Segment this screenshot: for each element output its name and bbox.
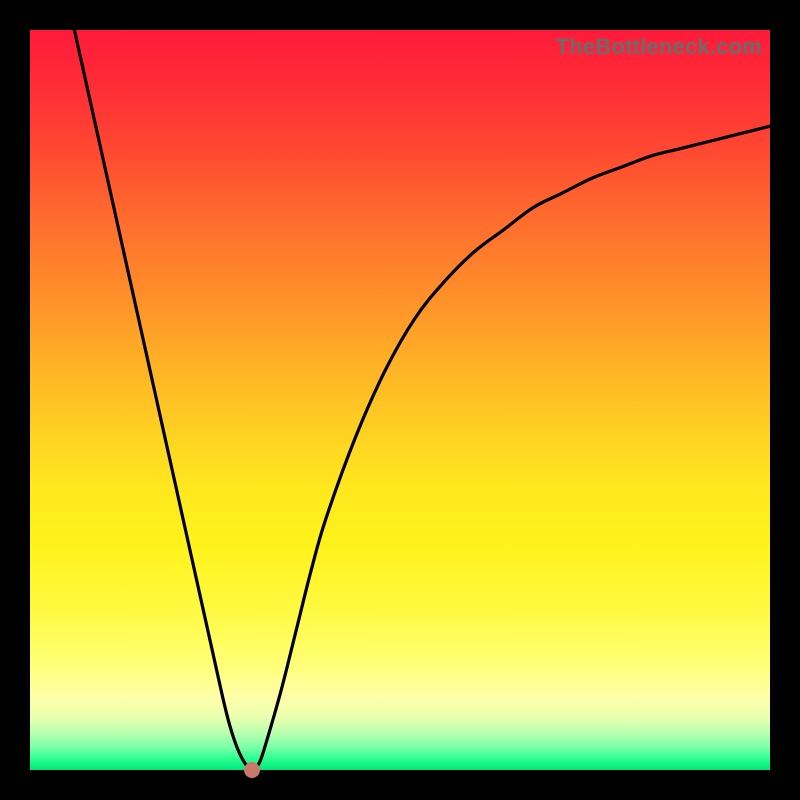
- bottleneck-curve: [30, 30, 770, 770]
- plot-area: TheBottleneck.com: [30, 30, 770, 770]
- optimal-point-marker: [244, 762, 260, 778]
- chart-frame: TheBottleneck.com: [0, 0, 800, 800]
